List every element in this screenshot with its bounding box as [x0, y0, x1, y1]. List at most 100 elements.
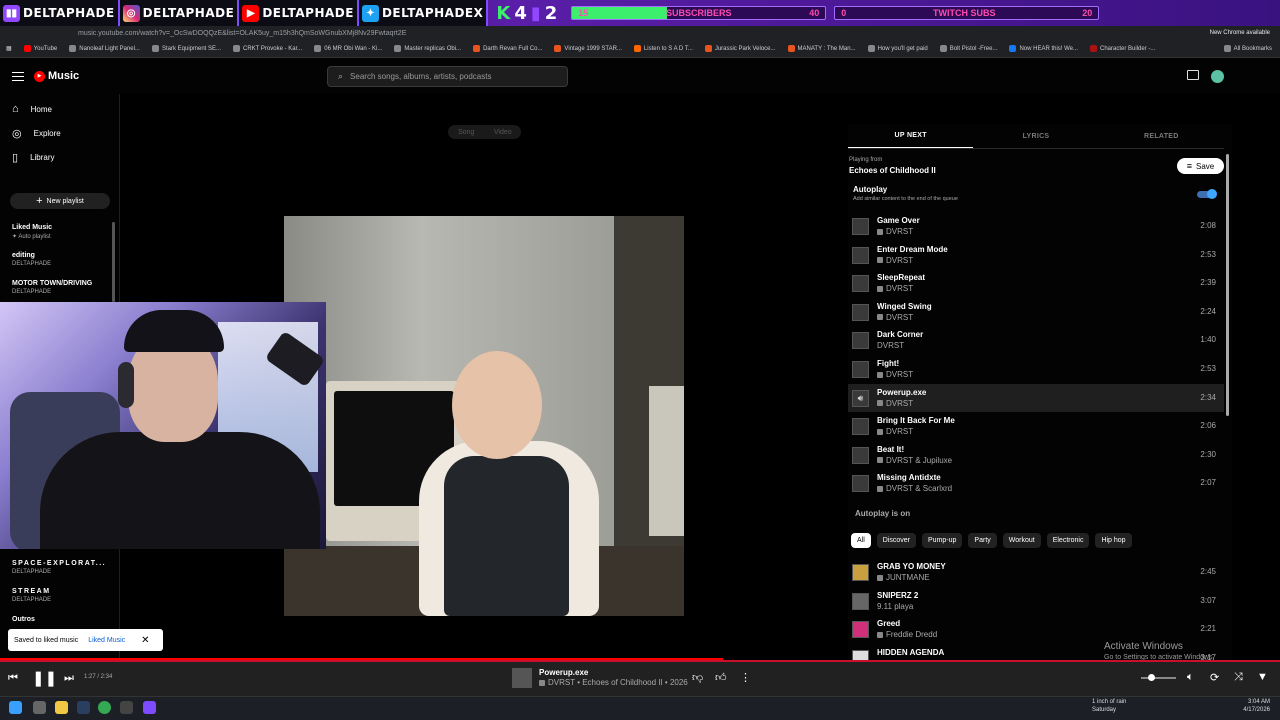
bookmark[interactable]: Stark Equipment SE... — [151, 45, 221, 52]
webcam-overlay — [0, 302, 326, 549]
browser-url-bar[interactable]: music.youtube.com/watch?v=_OcSwDOQQzE&li… — [0, 26, 1280, 40]
more-options-icon[interactable]: ⋮ — [740, 671, 751, 684]
sidebar-item-library[interactable]: ▯ Library — [12, 151, 55, 164]
save-button[interactable]: ≡ Save — [1177, 158, 1224, 174]
queue-item[interactable]: Missing Antidxte DVRST & Scarlxrd 2:07 — [848, 469, 1224, 497]
bookmark[interactable]: How you'll get paid — [867, 45, 928, 52]
tab-related[interactable]: RELATED — [1099, 124, 1224, 148]
queue-item[interactable]: SleepRepeat DVRST 2:39 — [848, 269, 1224, 297]
avatar[interactable] — [1211, 70, 1224, 83]
apps-icon[interactable]: ▦ — [6, 45, 12, 52]
previous-icon[interactable]: ⏮ — [8, 672, 18, 685]
app-icon[interactable] — [120, 701, 133, 714]
now-playing-title[interactable]: Powerup.exe — [539, 668, 588, 677]
queue-item[interactable]: Beat It! DVRST & Jupiluxe 2:30 — [848, 441, 1224, 469]
volume-icon[interactable]: 🔈︎ — [1187, 671, 1194, 684]
autoplay-item[interactable]: GRAB YO MONEY JUNTMANE 2:45 — [848, 558, 1224, 586]
shuffle-icon[interactable]: ⤨ — [1234, 671, 1243, 684]
playlist-item[interactable]: MOTOR TOWN/DRIVING DELTAPHADE — [12, 280, 92, 295]
close-icon[interactable]: ✕ — [141, 635, 149, 646]
dislike-icon[interactable]: 👎︎ — [692, 671, 703, 684]
playlist-item[interactable]: editing DELTAPHADE — [12, 252, 51, 267]
next-icon[interactable]: ⏭ — [64, 672, 74, 685]
song-video-toggle[interactable]: Song Video — [448, 125, 521, 139]
bookmark[interactable]: CRKT Provoke - Kar... — [233, 45, 302, 52]
playlist-item[interactable]: STREAM DELTAPHADE — [12, 588, 51, 603]
bookmark-label: Listen to S A D T... — [643, 45, 693, 52]
sidebar-scrollbar[interactable] — [112, 222, 115, 302]
chrome-update-button[interactable]: New Chrome available — [1210, 30, 1270, 36]
task-view-icon[interactable] — [33, 701, 46, 714]
steam-icon[interactable] — [77, 701, 90, 714]
taskbar-clock[interactable]: 3:04 AM 4/17/2026 — [1240, 699, 1270, 715]
tab-video[interactable]: Video — [485, 125, 522, 139]
queue-item[interactable]: 🔊︎ Powerup.exe DVRST 2:34 — [848, 383, 1224, 412]
chip-party[interactable]: Party — [968, 533, 997, 548]
bookmark[interactable]: Listen to S A D T... — [633, 45, 693, 52]
playlist-item[interactable]: Outros — [12, 616, 35, 623]
toast-link[interactable]: Liked Music — [88, 637, 125, 644]
bookmark[interactable]: Character Builder -... — [1090, 45, 1155, 52]
playlist-item[interactable]: Liked Music ✦ Auto playlist — [12, 224, 52, 240]
queue-item[interactable]: Bring It Back For Me DVRST 2:06 — [848, 412, 1224, 440]
tab-song[interactable]: Song — [448, 125, 485, 139]
bookmark[interactable]: 06 MR Obi Wan - Ki... — [314, 45, 382, 52]
chip-pump-up[interactable]: Pump-up — [922, 533, 963, 548]
now-playing-thumbnail[interactable] — [512, 668, 532, 688]
bookmark[interactable]: YouTube — [23, 45, 57, 52]
chip-electronic[interactable]: Electronic — [1046, 533, 1090, 548]
chip-all[interactable]: All — [851, 533, 871, 548]
sidebar-item-explore[interactable]: ◎ Explore — [12, 127, 61, 140]
toast-text: Saved to liked music — [14, 636, 79, 644]
app-logo[interactable]: ▶ Music — [34, 70, 79, 82]
autoplay-item[interactable]: SNIPERZ 2 9.11 playa 3:07 — [848, 587, 1224, 615]
volume-slider[interactable] — [1141, 677, 1176, 679]
autoplay-toggle[interactable] — [1197, 189, 1217, 199]
track-thumbnail — [852, 446, 869, 464]
bookmark[interactable]: Nanoleaf Light Panel... — [69, 45, 140, 52]
sidebar-item-home[interactable]: ⌂ Home — [12, 103, 52, 115]
pause-icon[interactable]: ❚❚ — [32, 669, 57, 687]
tab-up-next[interactable]: UP NEXT — [848, 124, 974, 148]
now-playing-subtitle-text[interactable]: DVRST • Echoes of Childhood II • 2026 — [548, 678, 688, 687]
playlist-item[interactable]: SPACE-EXPLORAT... DELTAPHADE — [12, 560, 106, 575]
queue-item[interactable]: Winged Swing DVRST 2:24 — [848, 298, 1224, 326]
url-text[interactable]: music.youtube.com/watch?v=_OcSwDOQQzE&li… — [78, 30, 406, 37]
all-bookmarks[interactable]: All Bookmarks — [1223, 45, 1272, 52]
bookmark[interactable]: Vintage 1999 STAR... — [554, 45, 622, 52]
bookmark[interactable]: Darth Revan Full Co... — [473, 45, 542, 52]
chip-discover[interactable]: Discover — [876, 533, 917, 548]
queue-item[interactable]: Fight! DVRST 2:53 — [848, 355, 1224, 383]
chip-hip-hop[interactable]: Hip hop — [1095, 533, 1132, 548]
bookmark-label: Jurassic Park Veloce... — [714, 45, 776, 52]
new-playlist-button[interactable]: + New playlist — [10, 193, 110, 209]
queue-item[interactable]: Game Over DVRST 2:08 — [848, 212, 1224, 240]
chrome-icon[interactable] — [98, 701, 111, 714]
like-icon[interactable]: 👍︎ — [715, 671, 727, 684]
weather-widget[interactable]: 1 inch of rain Saturday — [1092, 699, 1126, 715]
playback-progress[interactable] — [0, 658, 724, 660]
expand-icon[interactable]: ▼ — [1257, 671, 1268, 683]
bookmark[interactable]: Master replicas Obi... — [394, 45, 461, 52]
stream-app-icon[interactable] — [143, 701, 156, 714]
bookmark[interactable]: Bolt Pistol -Free... — [939, 45, 997, 52]
autoplay-item[interactable]: Greed Freddie Dredd 2:21 — [848, 615, 1224, 643]
bookmark[interactable]: Now HEAR this! We... — [1009, 45, 1078, 52]
track-duration: 2:07 — [1200, 478, 1216, 488]
queue-item[interactable]: Enter Dream Mode DVRST 2:53 — [848, 241, 1224, 269]
menu-icon[interactable] — [12, 72, 24, 81]
bookmark[interactable]: Jurassic Park Veloce... — [704, 45, 776, 52]
bookmark[interactable]: MANATY : The Man... — [787, 45, 856, 52]
windows-start-icon[interactable] — [9, 701, 22, 714]
file-explorer-icon[interactable] — [55, 701, 68, 714]
queue-item[interactable]: Dark Corner DVRST 1:40 — [848, 326, 1224, 354]
playing-from-title[interactable]: Echoes of Childhood II — [849, 166, 936, 175]
tab-lyrics[interactable]: LYRICS — [973, 124, 1098, 148]
chip-workout[interactable]: Workout — [1002, 533, 1041, 548]
search-input[interactable] — [350, 72, 551, 81]
repeat-icon[interactable]: ⟳ — [1210, 671, 1219, 684]
cast-icon[interactable] — [1187, 70, 1199, 80]
search-box[interactable]: ⌕ — [327, 66, 568, 87]
panel-scrollbar[interactable] — [1226, 154, 1229, 416]
volume-slider-handle[interactable] — [1148, 674, 1155, 681]
